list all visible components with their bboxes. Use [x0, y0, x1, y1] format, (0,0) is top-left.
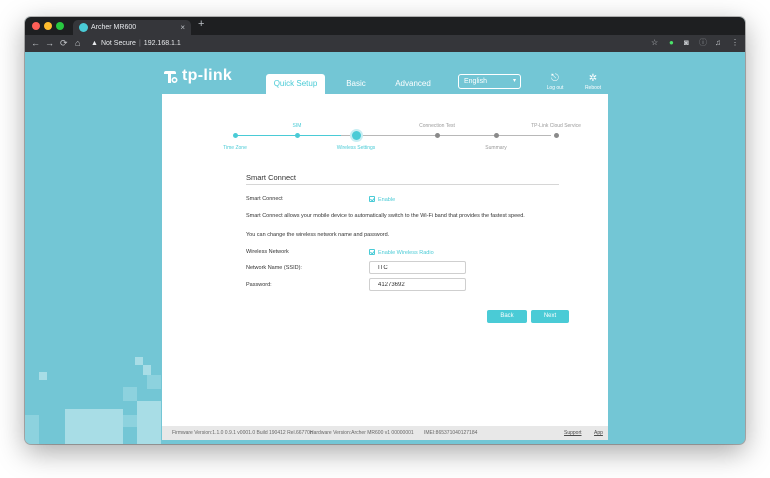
change-network-note: You can change the wireless network name… [246, 232, 390, 238]
page-footer: Firmware Version:1.1.0 0.9.1 v0001.0 Bui… [162, 426, 608, 440]
tplink-favicon-icon [79, 23, 88, 32]
decorative-square [137, 427, 161, 444]
firmware-version: Firmware Version:1.1.0 0.9.1 v0001.0 Bui… [172, 430, 313, 436]
info-icon[interactable]: ⓘ [699, 37, 707, 49]
new-tab-button[interactable]: + [198, 18, 204, 30]
tab-basic[interactable]: Basic [341, 74, 371, 94]
url-text: 192.168.1.1 [143, 40, 181, 47]
decorative-square [25, 415, 39, 444]
next-button[interactable]: Next [531, 310, 569, 323]
decorative-square [65, 409, 123, 444]
logout-button[interactable]: ⎋ Log out [543, 73, 567, 91]
close-window-button[interactable] [32, 22, 40, 30]
browser-tab[interactable]: Archer MR600 × [73, 20, 191, 35]
decorative-square [147, 375, 161, 389]
pocket-icon[interactable]: ◙ [684, 37, 689, 49]
enable-wireless-radio-checkbox[interactable]: Enable Wireless Radio [369, 249, 434, 256]
forward-arrow-icon[interactable]: → [45, 37, 54, 49]
decorative-square [39, 372, 47, 380]
tab-title: Archer MR600 [91, 24, 137, 31]
browser-titlebar: Archer MR600 × + [25, 17, 745, 35]
tab-quick-setup[interactable]: Quick Setup [266, 74, 325, 94]
quick-setup-panel: Time Zone SIM Wireless Settings Connecti… [162, 94, 608, 426]
logout-label: Log out [546, 85, 564, 91]
reboot-icon: ✲ [588, 73, 598, 84]
step-dot-cloud-service [554, 133, 559, 138]
chevron-down-icon: ▾ [512, 78, 516, 84]
step-label-time-zone: Time Zone [223, 145, 247, 151]
step-dot-time-zone [233, 133, 238, 138]
url-separator: | [138, 40, 141, 47]
back-arrow-icon[interactable]: ← [31, 37, 40, 49]
decorative-square [123, 387, 137, 401]
warning-icon: ▲ [91, 40, 98, 47]
password-input[interactable] [369, 278, 466, 291]
step-dot-connection-test [435, 133, 440, 138]
step-label-wireless-settings: Wireless Settings [336, 145, 376, 151]
hardware-version: Hardware Version:Archer MR600 v1 0000000… [310, 430, 414, 436]
decorative-square [143, 365, 151, 375]
back-button[interactable]: Back [487, 310, 527, 323]
reload-icon[interactable]: ⟳ [60, 37, 68, 49]
decorative-square [137, 401, 161, 427]
extension-green-icon[interactable]: ● [669, 37, 674, 49]
password-label: Password: [246, 282, 272, 288]
step-label-summary: Summary [485, 145, 507, 151]
decorative-square [123, 415, 137, 427]
step-label-connection-test: Connection Test [419, 123, 455, 129]
logo-text: tp-link [182, 67, 233, 84]
checkbox-checked-icon [369, 249, 375, 255]
imei-text: IMEI:865371040127184 [424, 430, 478, 436]
logout-icon: ⎋ [551, 73, 559, 84]
progress-line-done [235, 135, 341, 136]
browser-menu-icon[interactable]: ⋮ [731, 37, 739, 49]
app-link[interactable]: App [594, 426, 603, 440]
support-link[interactable]: Support [564, 426, 582, 440]
language-value: English [464, 78, 487, 85]
smart-connect-checkbox[interactable]: Enable [369, 196, 395, 203]
section-title: Smart Connect [246, 173, 297, 182]
bookmark-star-icon[interactable]: ☆ [651, 37, 658, 49]
ssid-label: Network Name (SSID): [246, 265, 302, 271]
smart-connect-description: Smart Connect allows your mobile device … [246, 213, 525, 219]
minimize-window-button[interactable] [44, 22, 52, 30]
checkbox-checked-icon [369, 196, 375, 202]
reboot-label: Reboot [584, 85, 602, 91]
smart-connect-label: Smart Connect [246, 196, 283, 202]
ssid-input[interactable] [369, 261, 466, 274]
maximize-window-button[interactable] [56, 22, 64, 30]
decorative-square [135, 357, 143, 365]
wireless-network-label: Wireless Network [246, 249, 289, 255]
enable-wireless-radio-label: Enable Wireless Radio [378, 250, 434, 256]
tab-close-icon[interactable]: × [180, 20, 185, 35]
step-label-sim: SIM [292, 123, 302, 129]
home-icon[interactable]: ⌂ [75, 37, 80, 49]
step-dot-sim [295, 133, 300, 138]
tplink-logo-icon [164, 71, 178, 84]
progress-line-pending [341, 135, 551, 136]
step-label-cloud-service: TP-Link Cloud Service [531, 123, 581, 129]
browser-toolbar: ← → ⟳ ⌂ ▲ Not Secure | 192.168.1.1 ☆ ● ◙ ⓘ … [25, 35, 745, 52]
address-bar[interactable]: ▲ Not Secure | 192.168.1.1 [91, 37, 661, 50]
step-dot-wireless-settings [352, 131, 361, 140]
smart-connect-checkbox-label: Enable [378, 197, 396, 203]
section-divider [246, 184, 559, 185]
reboot-button[interactable]: ✲ Reboot [581, 73, 605, 91]
browser-window: Archer MR600 × + ← → ⟳ ⌂ ▲ Not Secure | 192… [25, 17, 745, 444]
extension-icon[interactable]: ♫ [715, 37, 721, 49]
step-dot-summary [494, 133, 499, 138]
security-label: Not Secure [100, 40, 136, 47]
tab-advanced[interactable]: Advanced [393, 74, 433, 94]
language-select[interactable]: English ▾ [458, 74, 521, 89]
